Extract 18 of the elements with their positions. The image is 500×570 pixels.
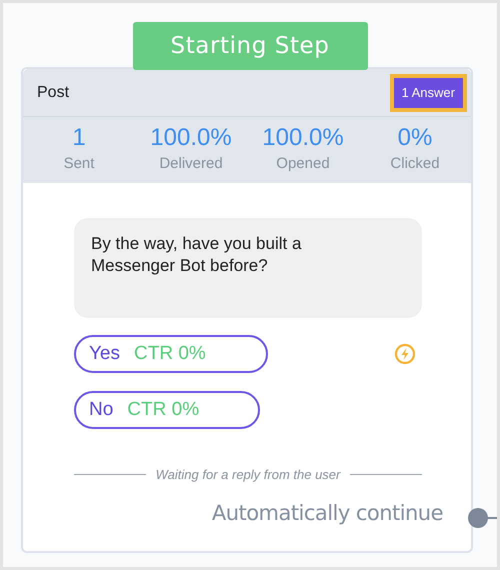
- reply-button[interactable]: No CTR 0%: [74, 391, 260, 429]
- lightning-icon[interactable]: [394, 343, 416, 365]
- continue-label: Automatically continue: [212, 500, 443, 526]
- card-title: Post: [37, 82, 70, 102]
- stat-value: 100.0%: [262, 123, 344, 153]
- stat-label: Sent: [64, 154, 94, 174]
- stat-value: 1: [72, 123, 86, 153]
- message-bubble: By the way, have you built a Messenger Bot before?: [74, 218, 422, 318]
- stat-value: 0%: [398, 123, 432, 153]
- waiting-text: Waiting for a reply from the user: [156, 466, 340, 484]
- stat-label: Opened: [276, 154, 330, 174]
- stat-label: Clicked: [390, 154, 440, 174]
- reply-button[interactable]: Yes CTR 0%: [74, 335, 268, 373]
- stat-label: Delivered: [159, 154, 223, 174]
- connector-handle-icon[interactable]: [467, 507, 497, 529]
- step-banner: Starting Step: [132, 22, 368, 70]
- answer-button[interactable]: 1 Answer: [394, 78, 463, 108]
- stat-value: 100.0%: [150, 123, 232, 153]
